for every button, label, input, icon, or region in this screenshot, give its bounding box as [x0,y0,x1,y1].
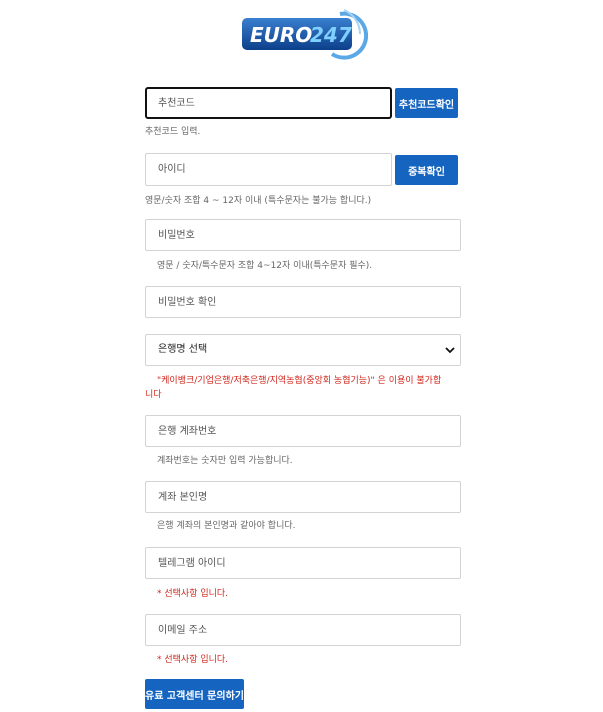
bank-warning-line1: "케이뱅크/기업은행/저축은행/지역농협(중앙회 농협기능)" 은 이용이 불가… [157,376,442,386]
user-id-help-text: 영문/숫자 조합 4 ~ 12자 이내 (특수문자는 불가능 합니다.) [145,196,372,206]
bank-select[interactable]: 은행명 선택 [145,334,461,366]
password-input[interactable] [145,219,461,251]
email-optional-note: * 선택사항 입니다. [157,655,229,665]
customer-support-button[interactable]: 유료 고객센터 문의하기 [145,679,244,709]
referral-help-text: 추천코드 입력. [145,127,201,137]
account-number-help-text: 계좌번호는 숫자만 입력 가능합니다. [157,456,293,466]
logo-number: 247 [310,23,352,47]
duplicate-check-button[interactable]: 중복확인 [395,155,458,185]
account-holder-help-text: 은행 계좌의 본인명과 같아야 합니다. [157,521,296,531]
email-input[interactable] [145,614,461,646]
referral-code-input[interactable] [145,87,392,119]
user-id-input[interactable] [145,153,392,186]
password-confirm-input[interactable] [145,286,461,318]
logo-word: EURO [250,23,312,47]
password-help-text: 영문 / 숫자/특수문자 조합 4~12자 이내(특수문자 필수). [157,261,373,271]
euro247-logo: EURO 247 [240,4,369,60]
bank-warning-line2: 니다 [145,390,162,400]
account-number-input[interactable] [145,415,461,447]
telegram-id-input[interactable] [145,547,461,579]
referral-check-button[interactable]: 추천코드확인 [395,88,458,118]
account-holder-input[interactable] [145,481,461,513]
bank-select-wrapper: 은행명 선택 [145,334,461,366]
telegram-optional-note: * 선택사항 입니다. [157,589,229,599]
